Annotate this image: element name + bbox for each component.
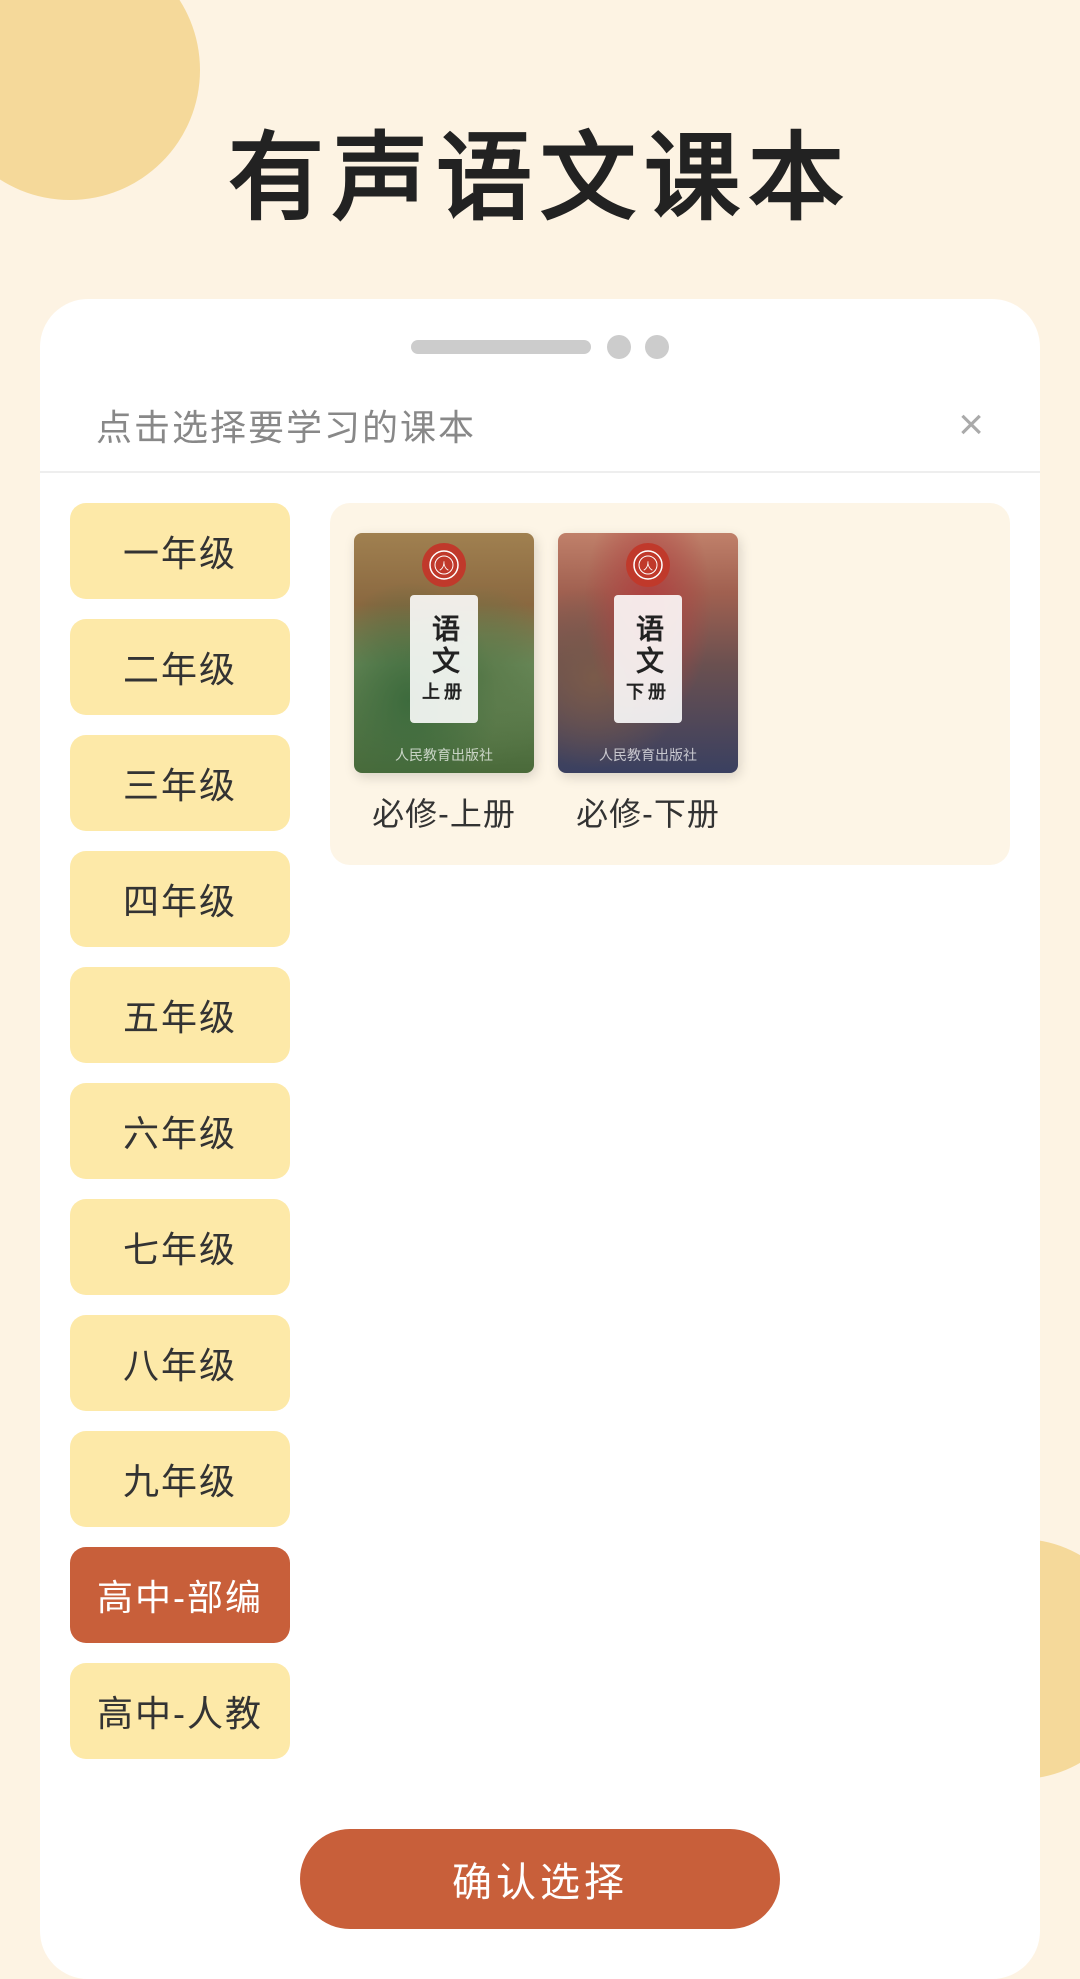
grade-btn-grade-hs-ren[interactable]: 高中-人教 xyxy=(70,1663,290,1759)
grade-list: 一年级二年级三年级四年级五年级六年级七年级八年级九年级高中-部编高中-人教 xyxy=(70,503,310,1759)
grade-btn-grade-3[interactable]: 三年级 xyxy=(70,735,290,831)
content-area: 一年级二年级三年级四年级五年级六年级七年级八年级九年级高中-部编高中-人教 人 … xyxy=(40,473,1040,1779)
book-cover-book-upper: 人 语文上册 人民教育出版社 xyxy=(354,533,534,773)
grade-btn-grade-6[interactable]: 六年级 xyxy=(70,1083,290,1179)
book-label-book-upper: 必修-上册 xyxy=(372,789,516,835)
grade-btn-grade-1[interactable]: 一年级 xyxy=(70,503,290,599)
grade-btn-grade-8[interactable]: 八年级 xyxy=(70,1315,290,1411)
dot-indicator xyxy=(607,335,669,359)
book-label-book-lower: 必修-下册 xyxy=(576,789,720,835)
book-publisher-book-lower: 人民教育出版社 xyxy=(558,745,738,765)
modal-subtitle: 点击选择要学习的课本 xyxy=(96,399,476,451)
grade-btn-grade-5[interactable]: 五年级 xyxy=(70,967,290,1063)
modal-header xyxy=(40,299,1040,359)
grade-btn-grade-7[interactable]: 七年级 xyxy=(70,1199,290,1295)
book-grid: 人 语文上册 人民教育出版社 必修-上册 人 xyxy=(330,503,1010,865)
confirm-button[interactable]: 确认选择 xyxy=(300,1829,780,1929)
modal-subtitle-row: 点击选择要学习的课本 × xyxy=(40,359,1040,473)
book-grid-area: 人 语文上册 人民教育出版社 必修-上册 人 xyxy=(330,503,1010,1759)
page-title: 有声语文课本 xyxy=(0,0,1080,299)
book-item-book-lower[interactable]: 人 语文下册 人民教育出版社 必修-下册 xyxy=(558,533,738,835)
book-seal-book-upper: 人 xyxy=(422,543,466,587)
close-button[interactable]: × xyxy=(958,403,984,447)
book-publisher-book-upper: 人民教育出版社 xyxy=(354,745,534,765)
book-title-book-upper: 语文上册 xyxy=(410,595,478,723)
book-cover-book-lower: 人 语文下册 人民教育出版社 xyxy=(558,533,738,773)
book-seal-book-lower: 人 xyxy=(626,543,670,587)
grade-btn-grade-9[interactable]: 九年级 xyxy=(70,1431,290,1527)
grade-btn-grade-2[interactable]: 二年级 xyxy=(70,619,290,715)
svg-text:人: 人 xyxy=(439,561,449,573)
book-item-book-upper[interactable]: 人 语文上册 人民教育出版社 必修-上册 xyxy=(354,533,534,835)
svg-text:人: 人 xyxy=(643,561,653,573)
drag-handle[interactable] xyxy=(411,340,591,354)
dot-2 xyxy=(645,335,669,359)
grade-btn-grade-4[interactable]: 四年级 xyxy=(70,851,290,947)
book-title-book-lower: 语文下册 xyxy=(614,595,682,723)
grade-btn-grade-hs-bu[interactable]: 高中-部编 xyxy=(70,1547,290,1643)
modal-card: 点击选择要学习的课本 × 一年级二年级三年级四年级五年级六年级七年级八年级九年级… xyxy=(40,299,1040,1979)
dot-1 xyxy=(607,335,631,359)
